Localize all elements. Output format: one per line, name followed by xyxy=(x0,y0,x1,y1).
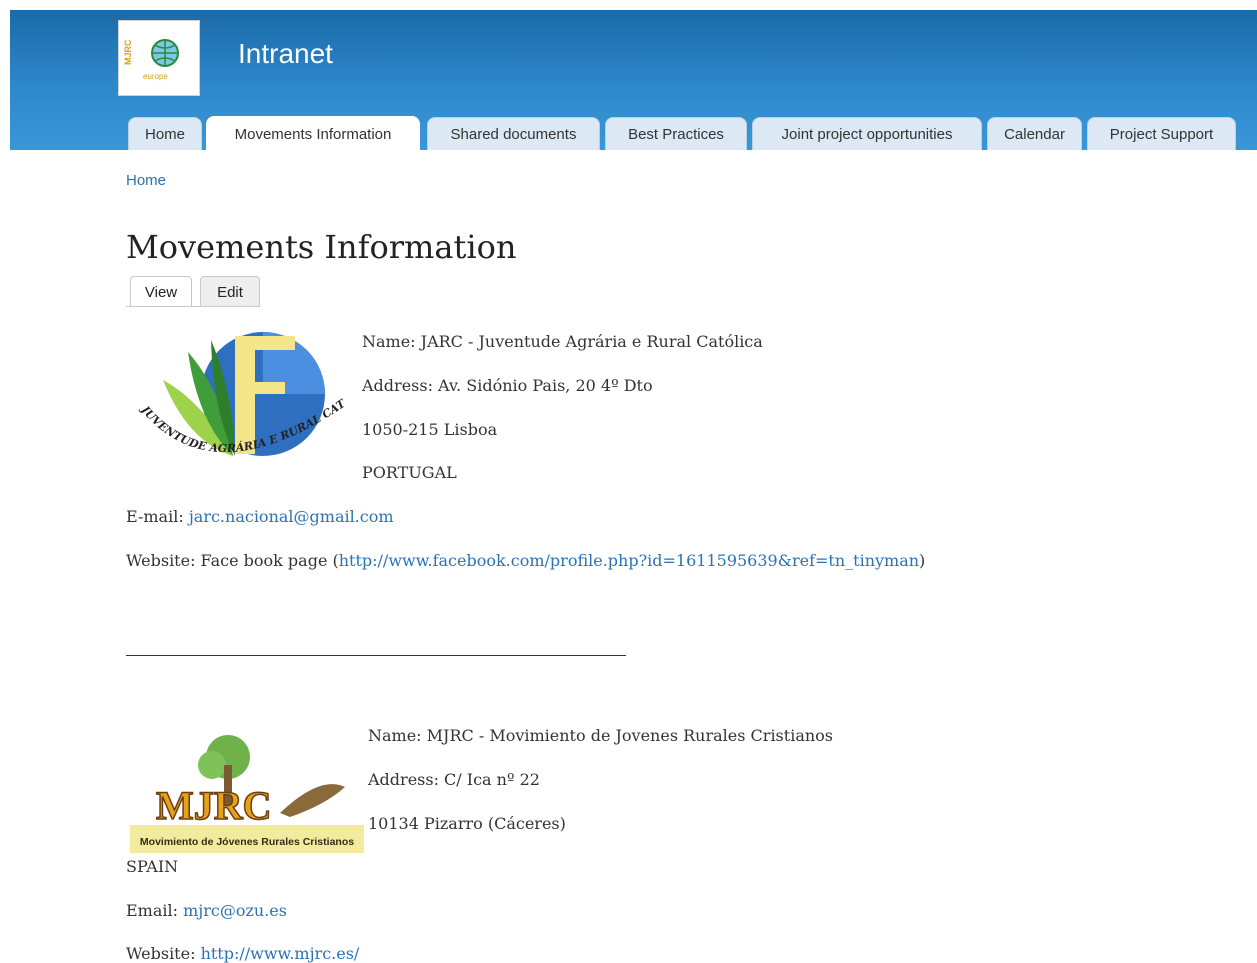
site-name[interactable]: Intranet xyxy=(238,38,333,70)
jarc-country: PORTUGAL xyxy=(362,463,457,482)
jarc-address: Address: Av. Sidónio Pais, 20 4º Dto xyxy=(362,376,653,395)
mjrc-address: Address: C/ Ica nº 22 xyxy=(368,770,540,789)
svg-text:europe: europe xyxy=(143,72,168,81)
mjrc-logo: MJRC Movimiento de Jóvenes Rurales Crist… xyxy=(130,735,364,853)
mjrc-email-label: Email: xyxy=(126,901,179,920)
jarc-name: Name: JARC - Juventude Agrária e Rural C… xyxy=(362,332,763,351)
tab-best-practices[interactable]: Best Practices xyxy=(605,117,747,150)
jarc-city: 1050-215 Lisboa xyxy=(362,420,498,439)
jarc-email-label: E-mail: xyxy=(126,507,184,526)
mjrc-website-label: Website: xyxy=(126,944,196,963)
jarc-email-row: E-mail: jarc.nacional@gmail.com xyxy=(126,507,394,526)
jarc-website-suffix: ) xyxy=(919,551,926,570)
jarc-website-label: Website: Face book page ( xyxy=(126,551,339,570)
mjrc-city: 10134 Pizarro (Cáceres) xyxy=(368,814,566,833)
mjrc-logo-text: MJRC xyxy=(156,783,272,828)
section-divider xyxy=(126,655,626,656)
jarc-email-link[interactable]: jarc.nacional@gmail.com xyxy=(189,507,394,526)
mjrc-email-link[interactable]: mjrc@ozu.es xyxy=(183,901,287,920)
tab-project-support[interactable]: Project Support xyxy=(1087,117,1236,150)
jarc-website-link[interactable]: http://www.facebook.com/profile.php?id=1… xyxy=(339,551,919,570)
globe-logo-icon: MJRC europe xyxy=(123,39,179,81)
tab-view[interactable]: View xyxy=(130,276,192,307)
svg-text:MJRC: MJRC xyxy=(123,39,133,65)
mjrc-name: Name: MJRC - Movimiento de Jovenes Rural… xyxy=(368,726,833,745)
page-title: Movements Information xyxy=(126,228,517,266)
jarc-logo: JUVENTUDE AGRÁRIA E RURAL CATÓLICA xyxy=(128,321,353,484)
tab-calendar[interactable]: Calendar xyxy=(987,117,1082,150)
mjrc-website-link[interactable]: http://www.mjrc.es/ xyxy=(201,944,360,963)
jarc-website-row: Website: Face book page (http://www.face… xyxy=(126,551,925,570)
mjrc-email-row: Email: mjrc@ozu.es xyxy=(126,901,287,920)
site-logo[interactable]: MJRC europe xyxy=(118,20,200,96)
breadcrumb-home[interactable]: Home xyxy=(126,172,166,189)
tab-movements-information[interactable]: Movements Information xyxy=(206,116,420,151)
tab-joint-project-opportunities[interactable]: Joint project opportunities xyxy=(752,117,982,150)
tab-edit[interactable]: Edit xyxy=(200,276,260,307)
mjrc-website-row: Website: http://www.mjrc.es/ xyxy=(126,944,359,963)
tab-shared-documents[interactable]: Shared documents xyxy=(427,117,600,150)
tab-home[interactable]: Home xyxy=(128,117,202,150)
mjrc-country: SPAIN xyxy=(126,857,179,876)
mjrc-logo-caption: Movimiento de Jóvenes Rurales Cristianos xyxy=(140,836,354,848)
tabs-underline xyxy=(126,306,260,307)
